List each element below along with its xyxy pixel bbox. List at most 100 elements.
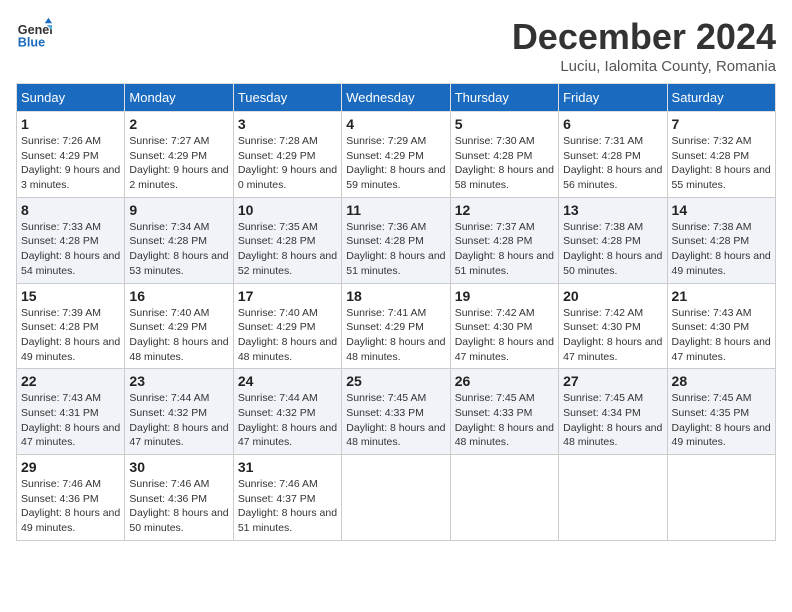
- daylight-label: Daylight: 8 hours and 50 minutes.: [129, 507, 228, 534]
- sunset-label: Sunset: 4:28 PM: [129, 235, 207, 247]
- calendar-day-cell: 15 Sunrise: 7:39 AM Sunset: 4:28 PM Dayl…: [17, 283, 125, 369]
- weekday-header: Wednesday: [342, 84, 450, 112]
- svg-text:Blue: Blue: [18, 36, 45, 50]
- day-number: 31: [238, 459, 337, 475]
- sunset-label: Sunset: 4:29 PM: [129, 321, 207, 333]
- calendar-day-cell: 10 Sunrise: 7:35 AM Sunset: 4:28 PM Dayl…: [233, 197, 341, 283]
- day-number: 19: [455, 288, 554, 304]
- daylight-label: Daylight: 8 hours and 59 minutes.: [346, 164, 445, 191]
- calendar-week-row: 8 Sunrise: 7:33 AM Sunset: 4:28 PM Dayli…: [17, 197, 776, 283]
- sunrise-label: Sunrise: 7:44 AM: [129, 392, 209, 404]
- sunrise-label: Sunrise: 7:46 AM: [238, 478, 318, 490]
- daylight-label: Daylight: 8 hours and 47 minutes.: [21, 422, 120, 449]
- sunrise-label: Sunrise: 7:30 AM: [455, 135, 535, 147]
- sunset-label: Sunset: 4:34 PM: [563, 407, 641, 419]
- day-number: 7: [672, 116, 771, 132]
- daylight-label: Daylight: 8 hours and 49 minutes.: [21, 507, 120, 534]
- sunset-label: Sunset: 4:28 PM: [21, 321, 99, 333]
- day-number: 3: [238, 116, 337, 132]
- sunrise-label: Sunrise: 7:31 AM: [563, 135, 643, 147]
- calendar-day-cell: 19 Sunrise: 7:42 AM Sunset: 4:30 PM Dayl…: [450, 283, 558, 369]
- day-info: Sunrise: 7:27 AM Sunset: 4:29 PM Dayligh…: [129, 134, 228, 193]
- day-number: 2: [129, 116, 228, 132]
- sunset-label: Sunset: 4:32 PM: [238, 407, 316, 419]
- calendar-day-cell: 22 Sunrise: 7:43 AM Sunset: 4:31 PM Dayl…: [17, 369, 125, 455]
- day-info: Sunrise: 7:38 AM Sunset: 4:28 PM Dayligh…: [563, 220, 662, 279]
- daylight-label: Daylight: 9 hours and 3 minutes.: [21, 164, 120, 191]
- day-info: Sunrise: 7:33 AM Sunset: 4:28 PM Dayligh…: [21, 220, 120, 279]
- day-info: Sunrise: 7:46 AM Sunset: 4:36 PM Dayligh…: [21, 477, 120, 536]
- day-number: 10: [238, 202, 337, 218]
- daylight-label: Daylight: 8 hours and 48 minutes.: [129, 336, 228, 363]
- calendar-table: SundayMondayTuesdayWednesdayThursdayFrid…: [16, 83, 776, 541]
- sunrise-label: Sunrise: 7:43 AM: [21, 392, 101, 404]
- day-number: 1: [21, 116, 120, 132]
- calendar-day-cell: 9 Sunrise: 7:34 AM Sunset: 4:28 PM Dayli…: [125, 197, 233, 283]
- day-number: 12: [455, 202, 554, 218]
- day-info: Sunrise: 7:40 AM Sunset: 4:29 PM Dayligh…: [238, 306, 337, 365]
- daylight-label: Daylight: 8 hours and 47 minutes.: [563, 336, 662, 363]
- day-info: Sunrise: 7:39 AM Sunset: 4:28 PM Dayligh…: [21, 306, 120, 365]
- daylight-label: Daylight: 8 hours and 48 minutes.: [346, 336, 445, 363]
- sunset-label: Sunset: 4:29 PM: [346, 150, 424, 162]
- day-number: 30: [129, 459, 228, 475]
- sunrise-label: Sunrise: 7:45 AM: [672, 392, 752, 404]
- day-number: 28: [672, 373, 771, 389]
- calendar-day-cell: 7 Sunrise: 7:32 AM Sunset: 4:28 PM Dayli…: [667, 112, 775, 198]
- weekday-header: Monday: [125, 84, 233, 112]
- daylight-label: Daylight: 8 hours and 48 minutes.: [563, 422, 662, 449]
- day-info: Sunrise: 7:41 AM Sunset: 4:29 PM Dayligh…: [346, 306, 445, 365]
- calendar-week-row: 15 Sunrise: 7:39 AM Sunset: 4:28 PM Dayl…: [17, 283, 776, 369]
- day-info: Sunrise: 7:46 AM Sunset: 4:36 PM Dayligh…: [129, 477, 228, 536]
- daylight-label: Daylight: 8 hours and 50 minutes.: [563, 250, 662, 277]
- day-number: 17: [238, 288, 337, 304]
- sunset-label: Sunset: 4:29 PM: [129, 150, 207, 162]
- day-info: Sunrise: 7:46 AM Sunset: 4:37 PM Dayligh…: [238, 477, 337, 536]
- day-info: Sunrise: 7:36 AM Sunset: 4:28 PM Dayligh…: [346, 220, 445, 279]
- sunrise-label: Sunrise: 7:36 AM: [346, 221, 426, 233]
- day-number: 18: [346, 288, 445, 304]
- weekday-header: Friday: [559, 84, 667, 112]
- sunset-label: Sunset: 4:30 PM: [455, 321, 533, 333]
- calendar-day-cell: 1 Sunrise: 7:26 AM Sunset: 4:29 PM Dayli…: [17, 112, 125, 198]
- calendar-week-row: 29 Sunrise: 7:46 AM Sunset: 4:36 PM Dayl…: [17, 455, 776, 541]
- sunset-label: Sunset: 4:33 PM: [346, 407, 424, 419]
- logo: General Blue: [16, 16, 52, 52]
- day-number: 9: [129, 202, 228, 218]
- sunrise-label: Sunrise: 7:34 AM: [129, 221, 209, 233]
- day-number: 29: [21, 459, 120, 475]
- day-info: Sunrise: 7:40 AM Sunset: 4:29 PM Dayligh…: [129, 306, 228, 365]
- weekday-header: Thursday: [450, 84, 558, 112]
- weekday-header: Sunday: [17, 84, 125, 112]
- calendar-day-cell: 6 Sunrise: 7:31 AM Sunset: 4:28 PM Dayli…: [559, 112, 667, 198]
- calendar-day-cell: 3 Sunrise: 7:28 AM Sunset: 4:29 PM Dayli…: [233, 112, 341, 198]
- day-info: Sunrise: 7:32 AM Sunset: 4:28 PM Dayligh…: [672, 134, 771, 193]
- sunrise-label: Sunrise: 7:38 AM: [563, 221, 643, 233]
- calendar-day-cell: 26 Sunrise: 7:45 AM Sunset: 4:33 PM Dayl…: [450, 369, 558, 455]
- daylight-label: Daylight: 8 hours and 54 minutes.: [21, 250, 120, 277]
- sunrise-label: Sunrise: 7:42 AM: [455, 307, 535, 319]
- sunrise-label: Sunrise: 7:45 AM: [563, 392, 643, 404]
- day-info: Sunrise: 7:43 AM Sunset: 4:30 PM Dayligh…: [672, 306, 771, 365]
- calendar-day-cell: 11 Sunrise: 7:36 AM Sunset: 4:28 PM Dayl…: [342, 197, 450, 283]
- sunrise-label: Sunrise: 7:45 AM: [455, 392, 535, 404]
- sunrise-label: Sunrise: 7:44 AM: [238, 392, 318, 404]
- daylight-label: Daylight: 8 hours and 48 minutes.: [346, 422, 445, 449]
- calendar-day-cell: 25 Sunrise: 7:45 AM Sunset: 4:33 PM Dayl…: [342, 369, 450, 455]
- day-number: 4: [346, 116, 445, 132]
- calendar-week-row: 1 Sunrise: 7:26 AM Sunset: 4:29 PM Dayli…: [17, 112, 776, 198]
- day-info: Sunrise: 7:30 AM Sunset: 4:28 PM Dayligh…: [455, 134, 554, 193]
- day-number: 22: [21, 373, 120, 389]
- sunset-label: Sunset: 4:36 PM: [21, 493, 99, 505]
- day-number: 8: [21, 202, 120, 218]
- day-info: Sunrise: 7:42 AM Sunset: 4:30 PM Dayligh…: [563, 306, 662, 365]
- sunrise-label: Sunrise: 7:46 AM: [21, 478, 101, 490]
- sunrise-label: Sunrise: 7:40 AM: [129, 307, 209, 319]
- sunset-label: Sunset: 4:29 PM: [21, 150, 99, 162]
- day-info: Sunrise: 7:26 AM Sunset: 4:29 PM Dayligh…: [21, 134, 120, 193]
- sunset-label: Sunset: 4:31 PM: [21, 407, 99, 419]
- month-title: December 2024: [512, 16, 776, 58]
- calendar-day-cell: 23 Sunrise: 7:44 AM Sunset: 4:32 PM Dayl…: [125, 369, 233, 455]
- daylight-label: Daylight: 8 hours and 48 minutes.: [238, 336, 337, 363]
- day-number: 24: [238, 373, 337, 389]
